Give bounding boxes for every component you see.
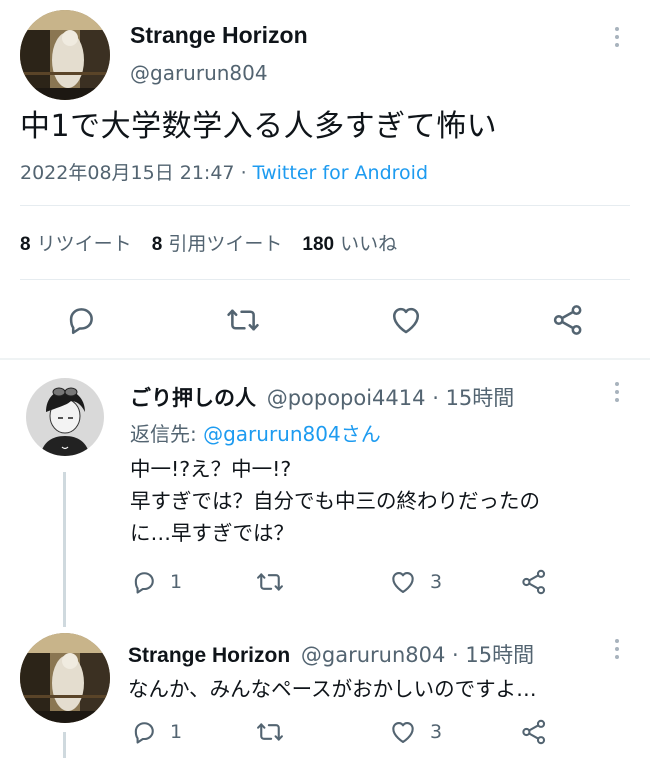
reply-icon [134,572,154,594]
reply-text-line: に…早すぎでは？ [130,521,294,545]
reply-reply-button[interactable]: 1 [130,568,182,596]
divider [20,205,630,206]
reply-count: 1 [170,721,183,743]
reply-retweet-button[interactable] [255,718,285,746]
quotes-count: 8 [151,234,163,255]
reply-author-name[interactable]: ごり押しの人 [130,387,256,410]
main-author-name[interactable]: Strange Horizon [130,22,308,49]
quotes-stat[interactable]: 8 引用ツイート [152,233,289,255]
reply-author-name[interactable]: Strange Horizon [128,644,290,667]
reply-icon [134,722,154,744]
more-icon[interactable] [614,27,620,47]
thread-line [63,732,66,758]
share-icon [553,305,582,335]
meta-separator: · [240,162,247,184]
reply-like-button[interactable]: 3 [388,568,442,596]
divider [20,279,630,280]
tweet-timestamp[interactable]: 2022年08月15日 21:47 [20,162,235,184]
retweets-stat[interactable]: 8 リツイート [20,233,138,255]
reply-header: Strange Horizon @garurun804 · 15時間 [128,639,534,669]
like-icon [392,721,414,743]
dot-separator: · [432,386,439,410]
main-reply-button[interactable] [64,303,98,337]
like-count: 3 [430,571,443,593]
reply-text-line: 中一!?え？中一!? [130,457,292,481]
more-icon[interactable] [614,639,620,659]
likes-stat[interactable]: 180 いいね [302,233,397,255]
reply-share-button[interactable] [520,568,548,596]
dot-separator: · [452,643,459,667]
reply-retweet-button[interactable] [255,568,285,596]
divider [0,358,650,360]
reply-author-handle[interactable]: @popopoi4414 [267,386,426,410]
reply-author-avatar[interactable] [26,378,104,456]
reply-time[interactable]: 15時間 [465,643,534,667]
quotes-label: 引用ツイート [168,233,283,255]
reply-text: 中一!?え？中一!? 早すぎでは？自分でも中三の終わりだったの に…早すぎでは？ [130,453,540,549]
reply-like-button[interactable]: 3 [388,718,442,746]
reply-to-handle[interactable]: @garurun804さん [203,422,381,446]
tweet-stats: 8 リツイート 8 引用ツイート 180 いいね [20,229,397,256]
reply-share-button[interactable] [520,718,548,746]
likes-label: いいね [340,233,398,255]
more-icon[interactable] [614,382,620,402]
retweet-icon [227,309,259,331]
reply-text: なんか、みんなペースがおかしいのですよ… [128,673,537,705]
main-author-avatar[interactable] [20,10,110,100]
like-icon [392,307,420,334]
main-tweet-text: 中1で大学数学入る人多すぎて怖い [20,109,498,144]
reply-header: ごり押しの人 @popopoi4414 · 15時間 [130,382,514,412]
reply-text-line: 早すぎでは？自分でも中三の終わりだったの [130,489,540,513]
reply-author-avatar[interactable] [20,633,110,723]
reply-to-line: 返信先: @garurun804さん [130,418,381,447]
reply-time[interactable]: 15時間 [446,386,515,410]
retweets-label: リツイート [36,233,132,255]
retweet-icon [257,573,283,591]
reply-author-handle[interactable]: @garurun804 [301,643,445,667]
tweet-meta: 2022年08月15日 21:47 · Twitter for Android [20,158,428,185]
like-count: 3 [430,721,443,743]
reply-reply-button[interactable]: 1 [130,718,182,746]
main-retweet-button[interactable] [225,303,261,337]
share-icon [522,569,546,595]
main-share-button[interactable] [551,303,585,337]
like-icon [392,571,414,593]
reply-text-line: なんか、みんなペースがおかしいのですよ… [128,677,537,701]
share-icon [522,719,546,745]
thread-line [63,472,66,627]
likes-count: 180 [302,234,335,255]
retweet-icon [257,723,283,741]
reply-icon [69,308,93,335]
reply-to-label: 返信先: [130,422,197,446]
tweet-source[interactable]: Twitter for Android [253,162,428,184]
reply-count: 1 [170,571,183,593]
main-author-handle[interactable]: @garurun804 [130,61,268,85]
main-like-button[interactable] [388,303,424,337]
retweets-count: 8 [20,234,31,255]
